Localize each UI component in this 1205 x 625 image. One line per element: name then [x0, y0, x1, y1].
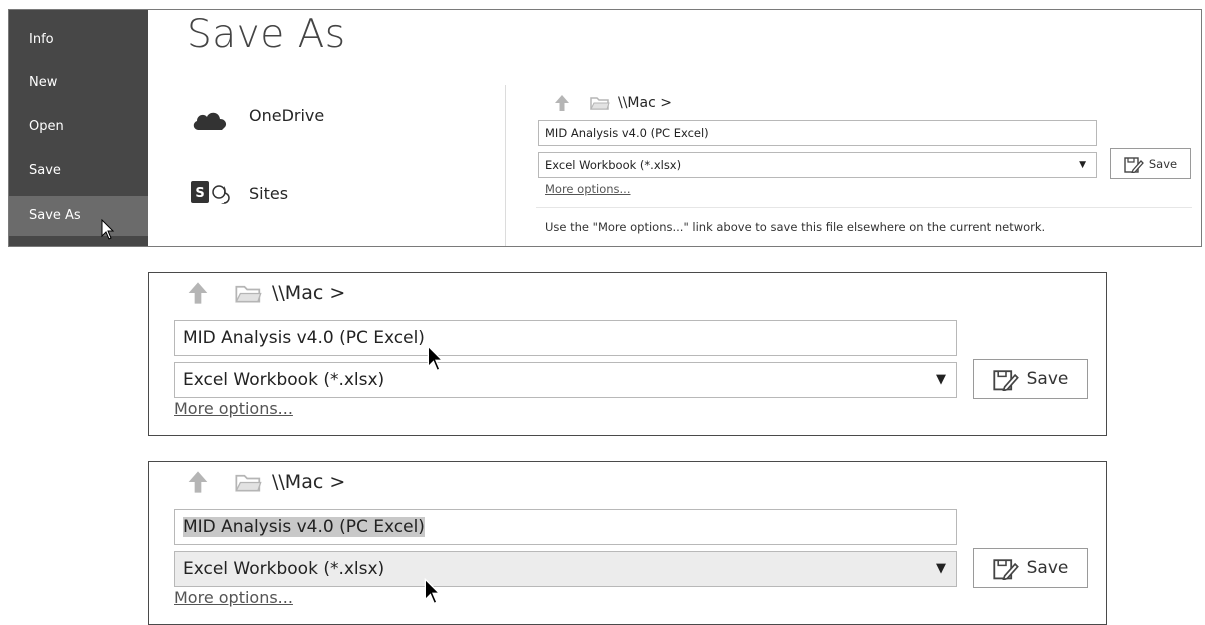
network-hint: Use the "More options..." link above to … [545, 220, 1046, 234]
save-label: Save [1026, 558, 1069, 578]
cloud-icon [193, 112, 227, 130]
save-button[interactable]: Save [1110, 148, 1191, 179]
filetype-select[interactable]: Excel Workbook (*.xlsx) ▼ [174, 551, 957, 587]
location-label: Sites [249, 184, 289, 203]
filetype-select[interactable]: Excel Workbook (*.xlsx) ▼ [174, 362, 957, 398]
filetype-value: Excel Workbook (*.xlsx) [183, 370, 385, 390]
backstage-window: Info New Open Save Save As Save As OneDr… [8, 9, 1202, 247]
nav-item-info[interactable]: Info [9, 20, 148, 60]
save-label: Save [1026, 369, 1069, 389]
more-options-link[interactable]: More options... [174, 588, 293, 607]
save-button[interactable]: Save [973, 359, 1088, 399]
folder-icon [235, 474, 262, 491]
folder-icon [235, 285, 262, 302]
zoom-panel-filename: \\Mac > MID Analysis v4.0 (PC Excel) Exc… [148, 272, 1107, 436]
filetype-value: Excel Workbook (*.xlsx) [183, 559, 385, 579]
location-label: OneDrive [249, 106, 325, 125]
divider [536, 207, 1192, 208]
zoom-panel-filetype: \\Mac > MID Analysis v4.0 (PC Excel) Exc… [148, 461, 1107, 625]
svg-text:S: S [195, 186, 204, 201]
more-options-link[interactable]: More options... [545, 182, 631, 196]
path-label[interactable]: \\Mac > [618, 95, 672, 111]
nav-item-save-as[interactable]: Save As [9, 196, 148, 236]
filename-input[interactable]: MID Analysis v4.0 (PC Excel) [174, 320, 957, 356]
filetype-value: Excel Workbook (*.xlsx) [545, 158, 682, 172]
backstage-sidebar: Info New Open Save Save As [9, 10, 148, 246]
save-icon [993, 559, 1019, 580]
breadcrumb: \\Mac > [187, 470, 345, 494]
page-title: Save As [187, 12, 346, 57]
location-sites[interactable]: S Sites [191, 178, 491, 228]
up-arrow-icon[interactable] [554, 94, 570, 112]
mouse-cursor-icon [424, 578, 441, 605]
breadcrumb: \\Mac > [554, 94, 672, 112]
chevron-down-icon: ▼ [936, 372, 946, 387]
filename-input[interactable]: MID Analysis v4.0 (PC Excel) [538, 120, 1097, 146]
more-options-link[interactable]: More options... [174, 399, 293, 418]
chevron-down-icon: ▼ [1079, 160, 1086, 170]
save-icon [1124, 156, 1144, 173]
save-label: Save [1148, 156, 1178, 171]
save-icon [993, 370, 1019, 391]
divider [505, 85, 506, 246]
mouse-cursor-icon [427, 345, 444, 372]
chevron-down-icon: ▼ [936, 561, 946, 576]
path-label[interactable]: \\Mac > [272, 471, 345, 493]
up-arrow-icon[interactable] [187, 470, 209, 494]
filename-selected-text: MID Analysis v4.0 (PC Excel) [183, 517, 425, 537]
nav-item-new[interactable]: New [9, 63, 148, 103]
nav-item-open[interactable]: Open [9, 107, 148, 147]
location-onedrive[interactable]: OneDrive [191, 100, 491, 150]
mouse-cursor-icon [101, 219, 115, 240]
breadcrumb: \\Mac > [187, 281, 345, 305]
folder-icon [590, 97, 610, 110]
path-label[interactable]: \\Mac > [272, 282, 345, 304]
filename-input[interactable]: MID Analysis v4.0 (PC Excel) [174, 509, 957, 545]
up-arrow-icon[interactable] [187, 281, 209, 305]
sharepoint-icon: S [191, 181, 230, 204]
save-button[interactable]: Save [973, 548, 1088, 588]
filetype-select[interactable]: Excel Workbook (*.xlsx) ▼ [538, 152, 1097, 178]
nav-item-save[interactable]: Save [9, 151, 148, 191]
